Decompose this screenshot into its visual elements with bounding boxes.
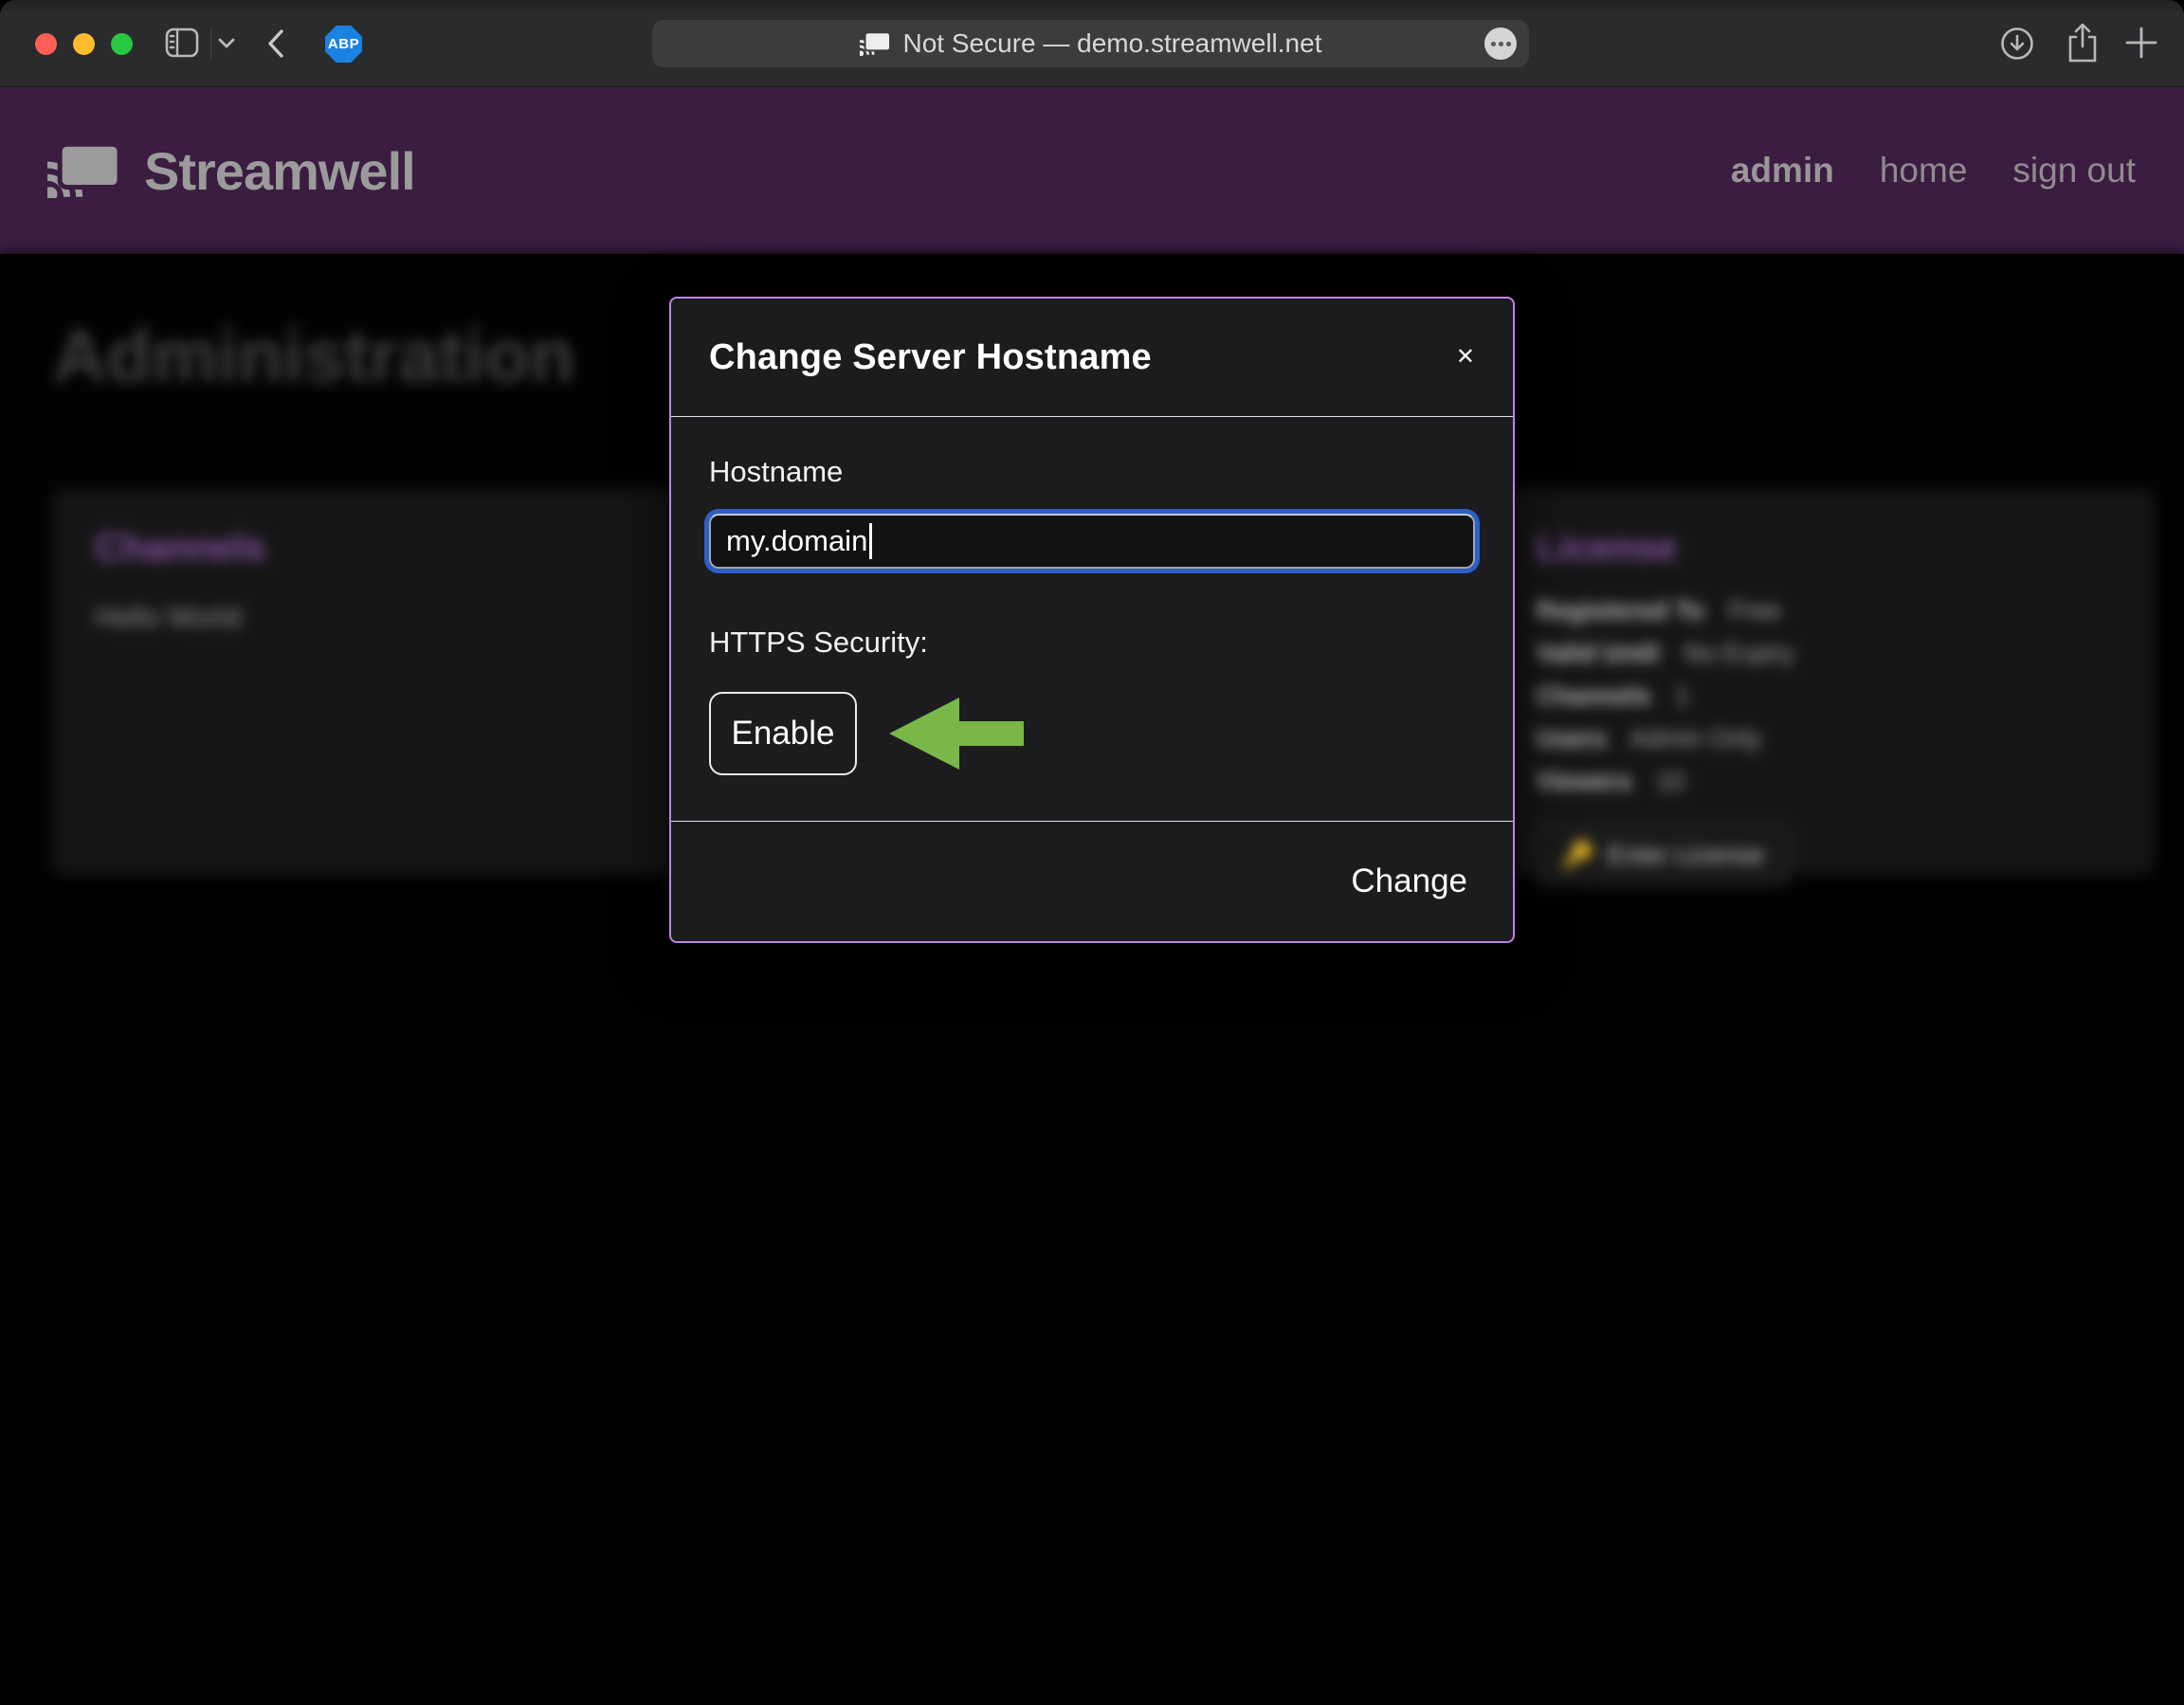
license-row-value: Free bbox=[1729, 596, 1782, 625]
license-row-label: Viewers bbox=[1536, 767, 1632, 795]
share-button[interactable] bbox=[2063, 21, 2102, 66]
brand-name: Streamwell bbox=[144, 140, 415, 202]
app-header: Streamwell admin home sign out bbox=[0, 87, 2184, 254]
license-card-title: License bbox=[1536, 527, 2112, 570]
traffic-lights bbox=[35, 33, 133, 55]
license-row-label: Channels bbox=[1536, 681, 1651, 710]
modal-header: Change Server Hostname ✕ bbox=[671, 299, 1513, 417]
change-hostname-modal: Change Server Hostname ✕ Hostname my.dom… bbox=[669, 297, 1515, 943]
back-button[interactable] bbox=[267, 28, 284, 59]
license-row: Viewers 10 bbox=[1536, 767, 2112, 796]
address-bar[interactable]: Not Secure — demo.streamwell.net bbox=[652, 20, 1529, 67]
license-row-value: No Expiry bbox=[1684, 639, 1794, 667]
enter-license-button[interactable]: 🔑 Enter License bbox=[1536, 825, 1791, 885]
nav-admin[interactable]: admin bbox=[1731, 151, 1834, 190]
modal-footer: Change bbox=[671, 821, 1513, 941]
site-favicon-cast-icon bbox=[860, 31, 890, 56]
https-security-label: HTTPS Security: bbox=[709, 626, 1475, 660]
license-row-value: Admin Only bbox=[1629, 724, 1762, 753]
license-row-label: Registered To bbox=[1536, 596, 1704, 625]
license-row-label: Users bbox=[1536, 724, 1607, 753]
enter-license-label: Enter License bbox=[1608, 841, 1764, 870]
screen: ABP Not Secure — demo.streamwell.net bbox=[0, 0, 2184, 1705]
enable-https-button[interactable]: Enable bbox=[709, 692, 857, 775]
hostname-input-value: my.domain bbox=[726, 524, 867, 558]
license-row: Registered To Free bbox=[1536, 596, 2112, 626]
abp-label: ABP bbox=[328, 36, 359, 52]
minimize-window-button[interactable] bbox=[73, 33, 95, 55]
page-title: Administration bbox=[53, 313, 574, 399]
modal-title: Change Server Hostname bbox=[709, 337, 1152, 378]
license-row: Valid Until No Expiry bbox=[1536, 639, 2112, 668]
browser-toolbar: ABP Not Secure — demo.streamwell.net bbox=[0, 0, 2184, 87]
text-caret bbox=[869, 523, 872, 559]
chevron-down-icon[interactable] bbox=[218, 38, 235, 48]
downloads-button[interactable] bbox=[1998, 25, 2036, 63]
key-icon: 🔑 bbox=[1562, 840, 1594, 870]
license-row: Users Admin Only bbox=[1536, 724, 2112, 753]
license-row-value: 10 bbox=[1656, 767, 1684, 795]
page-settings-ellipsis-icon[interactable] bbox=[1484, 27, 1517, 60]
change-button[interactable]: Change bbox=[1351, 862, 1467, 900]
fullscreen-window-button[interactable] bbox=[111, 33, 133, 55]
nav-sign-out[interactable]: sign out bbox=[2012, 151, 2136, 190]
close-window-button[interactable] bbox=[35, 33, 57, 55]
header-nav: admin home sign out bbox=[1731, 151, 2136, 190]
new-tab-plus-button[interactable] bbox=[2123, 25, 2159, 61]
enable-row: Enable bbox=[709, 692, 1475, 775]
nav-home[interactable]: home bbox=[1880, 151, 1968, 190]
green-arrow-left-icon bbox=[889, 698, 1024, 770]
license-row-value: 1 bbox=[1675, 681, 1689, 710]
address-bar-text: Not Secure — demo.streamwell.net bbox=[903, 28, 1322, 59]
toolbar-divider bbox=[210, 28, 211, 61]
hostname-input[interactable]: my.domain bbox=[709, 514, 1475, 569]
license-row: Channels 1 bbox=[1536, 681, 2112, 711]
license-card: License Registered To Free Valid Until N… bbox=[1494, 489, 2154, 874]
adblock-extension-icon[interactable]: ABP bbox=[325, 26, 362, 63]
license-row-label: Valid Until bbox=[1536, 639, 1660, 667]
sidebar-toggle-button[interactable] bbox=[165, 27, 199, 58]
close-icon[interactable]: ✕ bbox=[1456, 346, 1475, 369]
hostname-label: Hostname bbox=[709, 455, 1475, 489]
cast-logo-icon bbox=[47, 143, 119, 198]
modal-body: Hostname my.domain HTTPS Security: Enabl… bbox=[671, 417, 1513, 775]
brand[interactable]: Streamwell bbox=[47, 140, 415, 202]
